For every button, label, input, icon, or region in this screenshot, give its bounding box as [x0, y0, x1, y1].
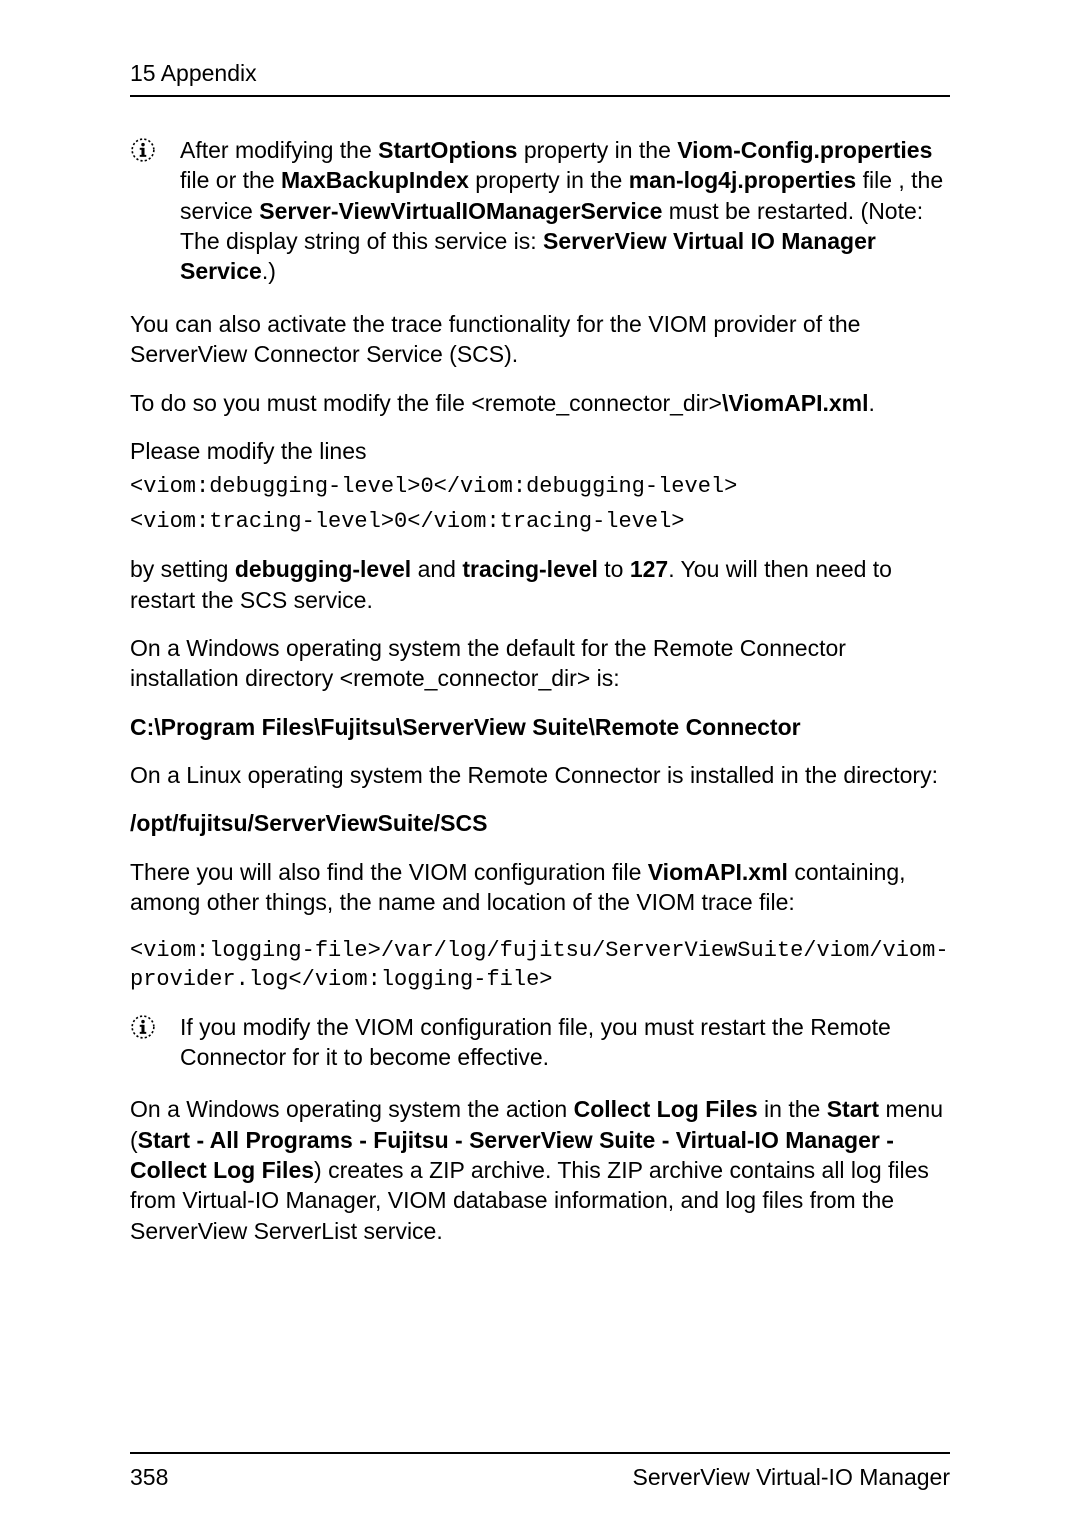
- paragraph: On a Windows operating system the defaul…: [130, 633, 950, 694]
- path-linux: /opt/fujitsu/ServerViewSuite/SCS: [130, 808, 950, 838]
- paragraph: There you will also find the VIOM config…: [130, 857, 950, 918]
- header-title: 15 Appendix: [130, 60, 257, 86]
- info-icon: [130, 1012, 180, 1047]
- code-line: <viom:tracing-level>0</viom:tracing-leve…: [130, 507, 950, 536]
- paragraph: On a Linux operating system the Remote C…: [130, 760, 950, 790]
- path-windows: C:\Program Files\Fujitsu\ServerView Suit…: [130, 712, 950, 742]
- code-line: <viom:debugging-level>0</viom:debugging-…: [130, 472, 950, 501]
- paragraph: You can also activate the trace function…: [130, 309, 950, 370]
- code-line: <viom:logging-file>/var/log/fujitsu/Serv…: [130, 936, 950, 994]
- page-header: 15 Appendix: [130, 60, 950, 97]
- info-note-2-text: If you modify the VIOM configuration fil…: [180, 1012, 950, 1073]
- paragraph: Please modify the lines: [130, 436, 950, 466]
- page-footer: 358 ServerView Virtual-IO Manager: [130, 1452, 950, 1491]
- info-icon: [130, 135, 180, 170]
- info-note-2: If you modify the VIOM configuration fil…: [130, 1012, 950, 1073]
- footer-title: ServerView Virtual-IO Manager: [633, 1464, 950, 1491]
- paragraph: by setting debugging-level and tracing-l…: [130, 554, 950, 615]
- paragraph: To do so you must modify the file <remot…: [130, 388, 950, 418]
- page-content: After modifying the StartOptions propert…: [130, 135, 950, 1422]
- page-number: 358: [130, 1464, 168, 1491]
- info-note-1-text: After modifying the StartOptions propert…: [180, 135, 950, 287]
- info-note-1: After modifying the StartOptions propert…: [130, 135, 950, 287]
- paragraph: On a Windows operating system the action…: [130, 1094, 950, 1246]
